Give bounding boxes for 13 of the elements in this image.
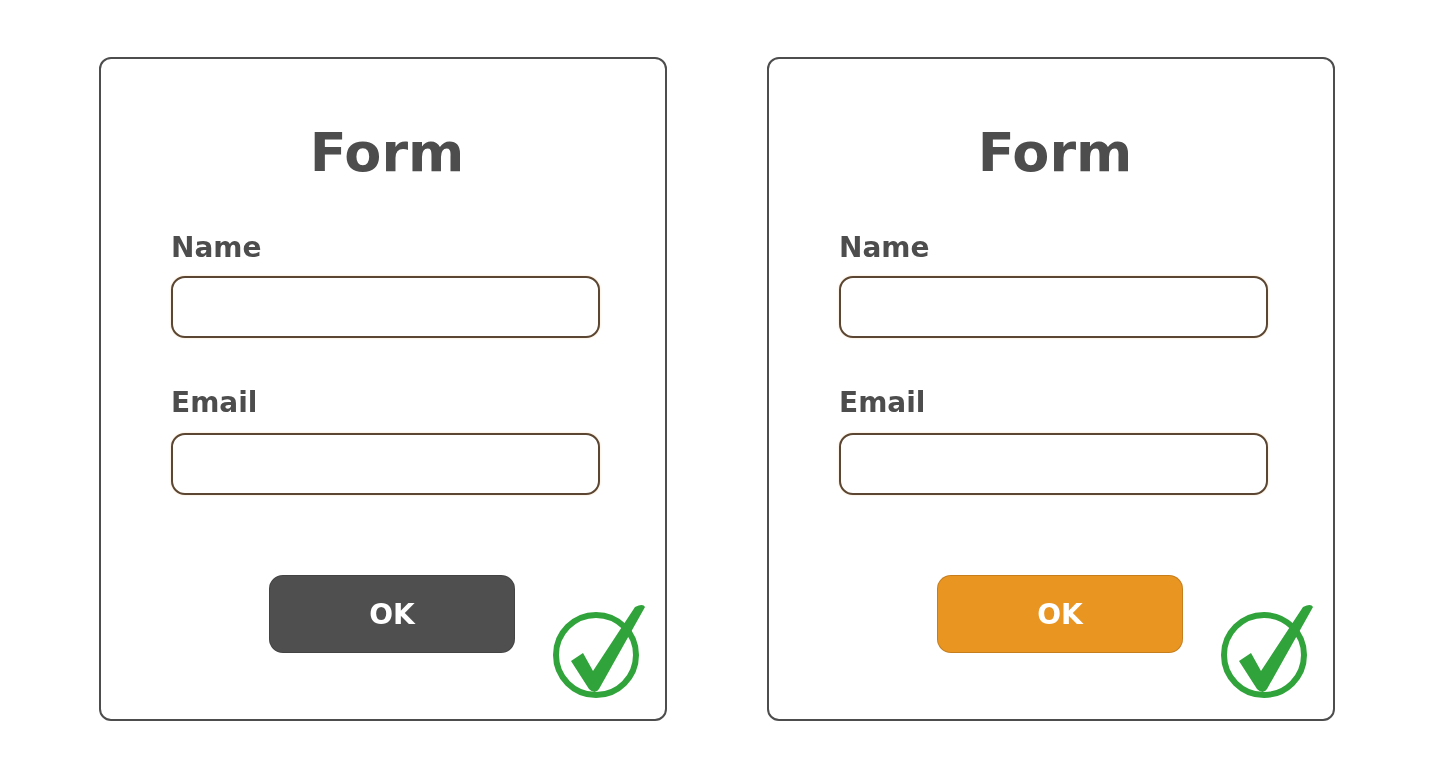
ok-button[interactable]: OK xyxy=(269,575,515,653)
field-label: Name xyxy=(839,232,930,264)
checkmark-icon xyxy=(1221,603,1315,701)
form-title: Form xyxy=(977,123,1133,183)
input-field[interactable] xyxy=(839,433,1268,495)
checkmark-icon xyxy=(553,603,647,701)
input-field[interactable] xyxy=(171,433,600,495)
field-label: Name xyxy=(171,232,262,264)
form-title: Form xyxy=(309,123,465,183)
field-label: Email xyxy=(171,387,258,419)
field-label: Email xyxy=(839,387,926,419)
input-field[interactable] xyxy=(171,276,600,338)
input-field[interactable] xyxy=(839,276,1268,338)
